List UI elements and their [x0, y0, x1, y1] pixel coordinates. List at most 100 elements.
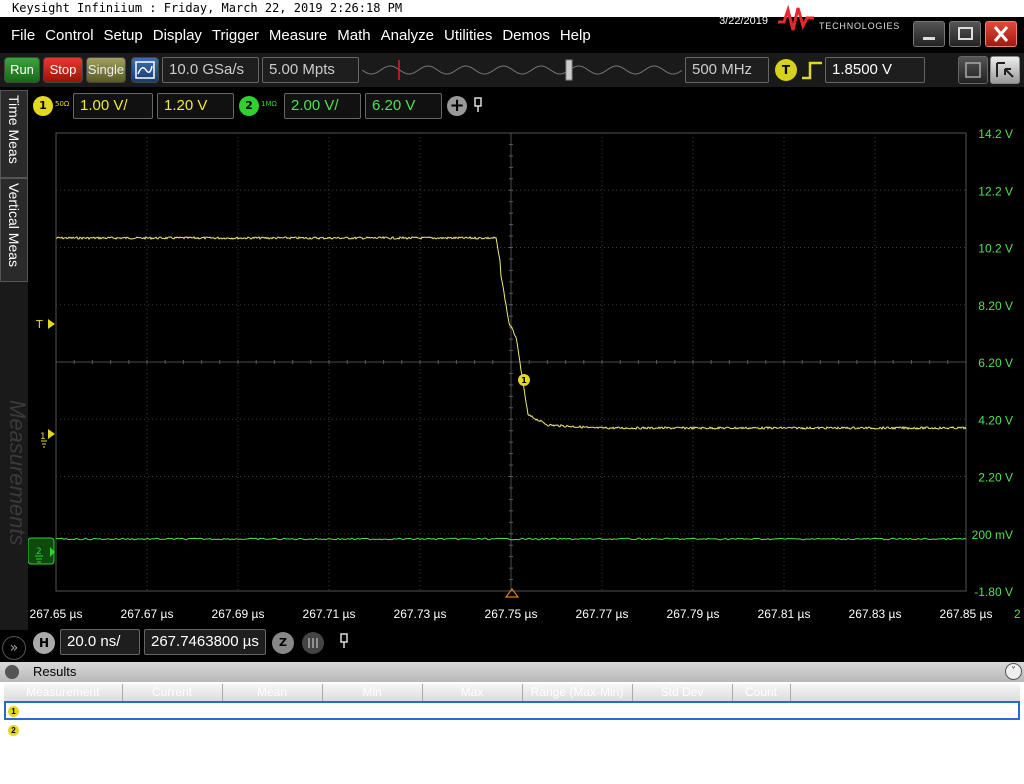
x-axis-label: 267.77 µs — [576, 607, 629, 621]
brand-name: KEYSIGHT — [818, 3, 904, 20]
pin-icon[interactable] — [472, 97, 484, 113]
keysight-logo: KEYSIGHT TECHNOLOGIES — [776, 2, 906, 34]
measurement-name: Rise time(1) — [25, 722, 90, 737]
stop-button[interactable]: Stop — [43, 57, 83, 83]
autoscale-icon — [135, 61, 155, 79]
col-filler — [790, 684, 1020, 702]
single-button[interactable]: Single — [86, 57, 126, 83]
clock-date: 3/22/2019 — [719, 15, 768, 27]
y-axis-label: 10.2 V — [978, 242, 1013, 256]
filler-cell — [790, 720, 1020, 739]
expand-panel-button[interactable]: » — [2, 636, 26, 660]
measurement-marker: 1 — [518, 374, 530, 386]
clock: 2:25 PM 3/22/2019 — [700, 2, 768, 28]
y-axis-labels: 14.2 V 12.2 V 10.2 V 8.20 V 6.20 V 4.20 V 2.20… — [972, 127, 1013, 599]
x-axis-label: 267.67 µs — [121, 607, 174, 621]
menu-utilities[interactable]: Utilities — [444, 27, 492, 44]
y-axis-label: 6.20 V — [978, 356, 1013, 370]
channel-2-offset-field[interactable]: 6.20 V — [365, 93, 442, 119]
menu-setup[interactable]: Setup — [104, 27, 143, 44]
y-axis-label: 4.20 V — [978, 413, 1013, 427]
segment-button[interactable] — [302, 632, 324, 654]
col-mean[interactable]: Mean — [222, 684, 323, 702]
minimize-button[interactable] — [913, 21, 945, 47]
sample-rate-field[interactable]: 10.0 GSa/s — [162, 57, 259, 83]
waveform-display[interactable]: 14.2 V 12.2 V 10.2 V 8.20 V 6.20 V 4.20 V 2.20… — [28, 125, 1024, 625]
touch-icon — [965, 62, 981, 78]
zoom-button[interactable]: Z — [272, 632, 294, 654]
horizontal-badge[interactable]: H — [33, 632, 55, 654]
col-max[interactable]: Max — [422, 684, 523, 702]
menu-display[interactable]: Display — [153, 27, 202, 44]
menu-analyze[interactable]: Analyze — [381, 27, 434, 44]
menu-trigger[interactable]: Trigger — [212, 27, 259, 44]
channel-1-badge[interactable]: 1 — [33, 96, 53, 116]
std-dev-cell: 0.0 s — [632, 701, 732, 720]
channel-2-scale-field[interactable]: 2.00 V/ — [284, 93, 361, 119]
range-cell: 0.0 s — [522, 701, 632, 720]
results-title: Results — [33, 664, 77, 679]
col-measurement[interactable]: Measurement — [4, 684, 123, 702]
mean-cell: 3.2017 ns — [222, 701, 322, 720]
measurement-marker-label: 1 — [521, 376, 527, 385]
menu-math[interactable]: Math — [337, 27, 370, 44]
measurement-name: Fall time(1) — [25, 703, 86, 718]
min-cell: 3.2017 ns — [322, 701, 422, 720]
memory-depth-field[interactable]: 5.00 Mpts — [262, 57, 359, 83]
horizontal-position-field[interactable]: 267.7463800 µs — [144, 629, 266, 655]
gear-icon[interactable] — [5, 665, 19, 679]
restore-icon — [958, 27, 973, 40]
col-current[interactable]: Current — [122, 684, 223, 702]
horizontal-pin-icon[interactable] — [338, 633, 350, 649]
pin-shape — [474, 97, 482, 112]
touch-toggle-button[interactable] — [958, 56, 988, 84]
col-std-dev[interactable]: Std Dev — [632, 684, 733, 702]
menu-measure[interactable]: Measure — [269, 27, 327, 44]
row-channel-dot: 2 — [8, 724, 19, 736]
filler-cell — [790, 701, 1020, 720]
current-cell: 3.2017 ns — [122, 701, 222, 720]
tab-time-meas[interactable]: Time Meas — [0, 90, 28, 178]
acquisition-overview[interactable] — [362, 57, 682, 83]
menu-help[interactable]: Help — [560, 27, 591, 44]
menu-control[interactable]: Control — [45, 27, 93, 44]
trigger-level-marker-label: T — [35, 318, 43, 331]
bandwidth-field[interactable]: 500 MHz — [685, 57, 769, 83]
table-row[interactable]: 1 Fall time(1) 3.2017 ns 3.2017 ns 3.2017… — [4, 701, 1020, 720]
autoscale-button[interactable] — [131, 57, 159, 83]
tab-vertical-meas[interactable]: Vertical Meas — [0, 178, 28, 282]
table-row[interactable]: 2 Rise time(1) Edge? --------------- ----… — [4, 720, 1020, 739]
close-icon — [993, 26, 1009, 42]
col-min[interactable]: Min — [322, 684, 423, 702]
collapse-results-button[interactable]: ˅ — [1005, 663, 1022, 680]
results-header[interactable]: Results — [0, 662, 1024, 682]
draw-tool-button[interactable] — [990, 56, 1020, 84]
menu-demos[interactable]: Demos — [502, 27, 550, 44]
col-range[interactable]: Range (Max-Min) — [522, 684, 633, 702]
col-count[interactable]: Count — [732, 684, 791, 702]
min-cell: --------------- — [342, 722, 402, 737]
channel-1-offset-field[interactable]: 1.20 V — [157, 93, 234, 119]
table-header-row: Measurement Current Mean Min Max Range (… — [4, 684, 1020, 702]
horizontal-scale-field[interactable]: 20.0 ns/ — [60, 629, 140, 655]
tab-vertical-meas-label: Vertical Meas — [6, 183, 22, 268]
rising-edge-icon[interactable] — [800, 59, 824, 81]
channel-2-badge[interactable]: 2 — [239, 96, 259, 116]
x-axis-label: 267.69 µs — [212, 607, 265, 621]
add-channel-button[interactable]: + — [447, 96, 467, 116]
cursor-arrow-icon — [996, 62, 1014, 78]
trigger-level-field[interactable]: 1.8500 V — [825, 57, 925, 83]
run-button[interactable]: Run — [4, 57, 40, 83]
channel-1-scale-field[interactable]: 1.00 V/ — [73, 93, 153, 119]
max-cell: --------------- — [442, 722, 502, 737]
channel-2-ground-marker[interactable]: 2 — [28, 537, 55, 565]
menu-file[interactable]: File — [11, 27, 35, 44]
y-axis-label: 12.2 V — [978, 184, 1013, 198]
x-axis-channel-label: 2 — [1014, 607, 1021, 621]
mean-cell: --------------- — [242, 722, 302, 737]
current-cell: Edge? — [154, 722, 190, 737]
y-axis-label: 200 mV — [972, 528, 1013, 542]
trigger-badge[interactable]: T — [775, 59, 797, 81]
close-button[interactable] — [985, 21, 1017, 47]
maximize-button[interactable] — [949, 21, 981, 47]
